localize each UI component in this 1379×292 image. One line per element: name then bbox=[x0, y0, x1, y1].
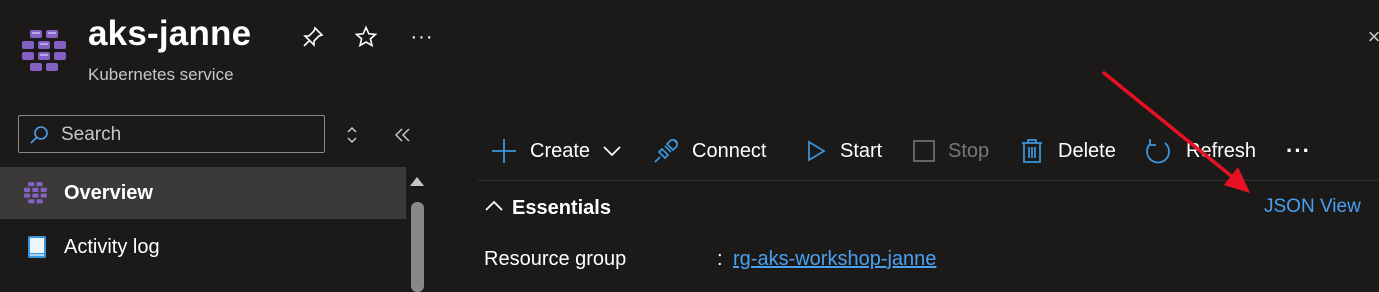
kubernetes-service-icon bbox=[22, 28, 72, 74]
sort-updown-icon[interactable] bbox=[342, 124, 362, 146]
start-button[interactable]: Start bbox=[802, 133, 882, 169]
page-title: aks-janne bbox=[88, 14, 252, 53]
sidebar-item-activity-log[interactable]: Activity log bbox=[0, 221, 406, 273]
json-view-link[interactable]: JSON View bbox=[1264, 196, 1361, 218]
connect-plug-icon bbox=[652, 137, 680, 165]
page-subtitle: Kubernetes service bbox=[88, 65, 234, 84]
create-button[interactable]: Create bbox=[490, 133, 626, 169]
play-icon bbox=[802, 137, 830, 165]
search-icon bbox=[29, 125, 49, 145]
close-icon[interactable]: × bbox=[1366, 24, 1379, 50]
connect-button[interactable]: Connect bbox=[652, 133, 767, 169]
start-label: Start bbox=[840, 139, 883, 162]
more-icon[interactable]: ··· bbox=[407, 24, 437, 50]
scrollbar-thumb[interactable] bbox=[411, 202, 424, 292]
kubernetes-service-icon bbox=[24, 180, 50, 206]
delete-label: Delete bbox=[1058, 139, 1116, 162]
stop-label: Stop bbox=[948, 139, 990, 162]
collapse-sidebar-icon[interactable] bbox=[392, 124, 414, 146]
refresh-icon bbox=[1144, 137, 1172, 165]
search-box[interactable] bbox=[18, 115, 325, 153]
chevron-down-icon bbox=[598, 137, 626, 165]
essentials-label: Essentials bbox=[512, 196, 611, 219]
resource-group-label: Resource group bbox=[484, 248, 627, 270]
sidebar-item-overview[interactable]: Overview bbox=[0, 167, 406, 219]
sidebar-item-label: Activity log bbox=[64, 235, 160, 258]
more-icon: ··· bbox=[1286, 138, 1311, 163]
stop-square-icon bbox=[910, 137, 938, 165]
activity-log-icon bbox=[24, 234, 50, 260]
scroll-up-arrow-icon[interactable] bbox=[409, 174, 425, 188]
stop-button[interactable]: Stop bbox=[910, 133, 989, 169]
connect-label: Connect bbox=[692, 139, 767, 162]
essentials-toggle[interactable]: Essentials bbox=[484, 194, 611, 222]
delete-button[interactable]: Delete bbox=[1018, 133, 1116, 169]
toolbar-more-button[interactable]: ··· bbox=[1286, 133, 1311, 169]
trash-icon bbox=[1018, 137, 1046, 165]
toolbar-divider bbox=[478, 180, 1379, 181]
refresh-label: Refresh bbox=[1186, 139, 1257, 162]
star-icon[interactable] bbox=[353, 24, 379, 50]
resource-group-link[interactable]: rg-aks-workshop-janne bbox=[733, 248, 936, 271]
refresh-button[interactable]: Refresh bbox=[1144, 133, 1256, 169]
search-input[interactable] bbox=[59, 120, 323, 150]
pin-icon[interactable] bbox=[300, 24, 326, 50]
plus-icon bbox=[490, 137, 518, 165]
chevron-up-icon bbox=[484, 196, 504, 221]
sidebar-item-label: Overview bbox=[64, 181, 153, 204]
resource-group-colon: : bbox=[717, 248, 723, 270]
create-label: Create bbox=[530, 139, 591, 162]
